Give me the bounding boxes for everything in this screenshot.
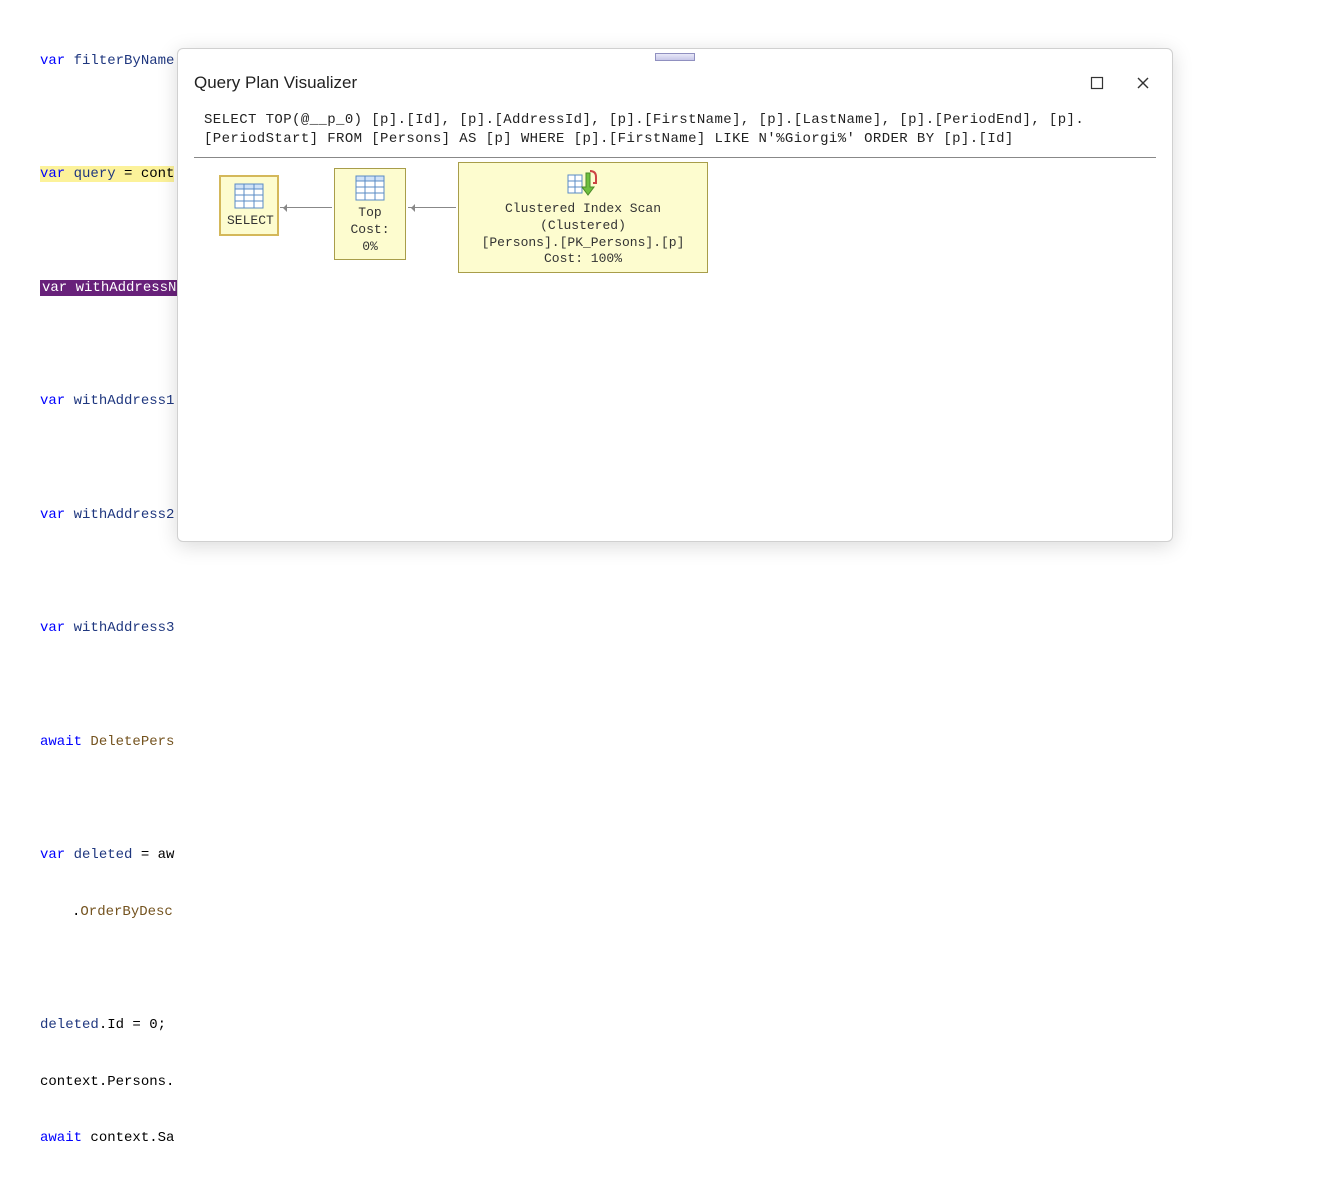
table-icon — [234, 183, 264, 209]
sql-text[interactable]: SELECT TOP(@__p_0) [p].[Id], [p].[Addres… — [194, 107, 1156, 158]
code-line: var withAddress3 — [0, 619, 1337, 638]
maximize-button[interactable] — [1088, 74, 1106, 92]
plan-canvas[interactable]: SELECT Top Cost: 0% — [178, 158, 1172, 498]
code-line: await DeletePers — [0, 733, 1337, 752]
index-scan-icon — [566, 169, 600, 197]
node-label: Top — [341, 205, 399, 222]
code-line: deleted.Id = 0; — [0, 1016, 1337, 1035]
node-label: Clustered Index Scan (Clustered) — [465, 201, 701, 235]
code-line: var deleted = aw — [0, 846, 1337, 865]
node-sub: [Persons].[PK_Persons].[p] — [465, 235, 701, 252]
plan-arrow — [280, 207, 332, 208]
drag-handle[interactable] — [655, 53, 695, 61]
maximize-icon — [1090, 76, 1104, 90]
plan-node-select[interactable]: SELECT — [220, 176, 278, 235]
close-button[interactable] — [1134, 74, 1152, 92]
close-icon — [1136, 76, 1150, 90]
code-line: .OrderByDesc — [0, 903, 1337, 922]
query-plan-visualizer-window[interactable]: Query Plan Visualizer SELECT TOP(@__p_0)… — [177, 48, 1173, 542]
plan-node-scan[interactable]: Clustered Index Scan (Clustered) [Person… — [458, 162, 708, 274]
node-label: SELECT — [227, 213, 271, 230]
node-cost: Cost: 100% — [465, 251, 701, 268]
plan-node-top[interactable]: Top Cost: 0% — [334, 168, 406, 261]
plan-arrow — [408, 207, 456, 208]
node-cost: Cost: 0% — [341, 222, 399, 256]
code-line: context.Persons. — [0, 1073, 1337, 1092]
window-title: Query Plan Visualizer — [194, 73, 357, 93]
table-icon — [355, 175, 385, 201]
code-line: await context.Sa — [0, 1129, 1337, 1148]
